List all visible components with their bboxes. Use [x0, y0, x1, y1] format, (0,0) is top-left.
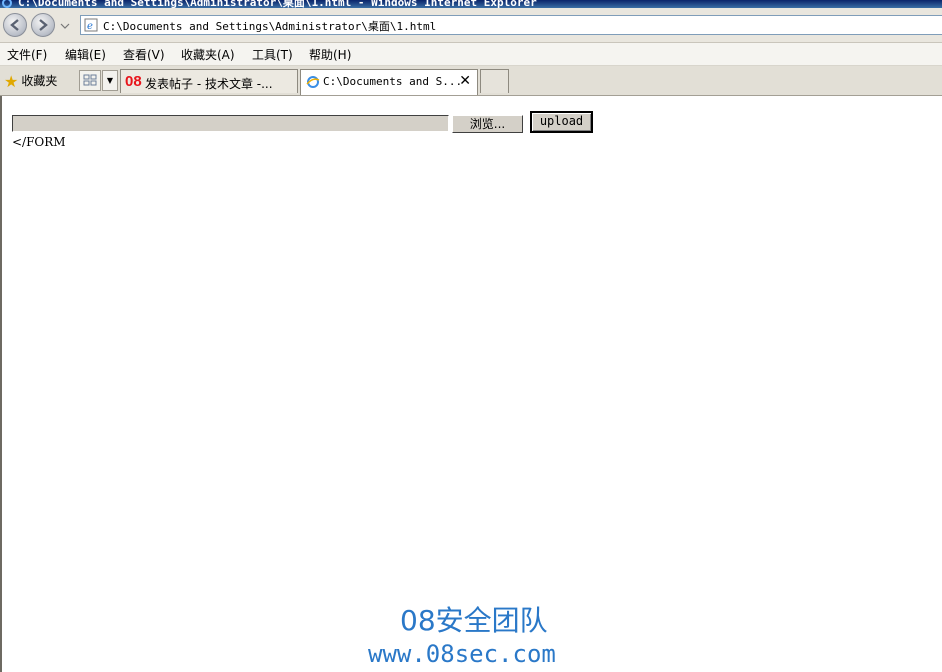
- page-icon: e: [84, 18, 98, 32]
- menu-help[interactable]: 帮助(H): [309, 46, 351, 63]
- menu-edit[interactable]: 编辑(E): [65, 46, 106, 63]
- ie-page-icon: [306, 76, 320, 88]
- chevron-down-icon: ▼: [106, 76, 114, 85]
- close-tab-icon[interactable]: ✕: [459, 73, 471, 89]
- back-button[interactable]: [3, 13, 27, 37]
- history-dropdown-icon[interactable]: [60, 23, 70, 29]
- star-icon: ★: [4, 72, 19, 91]
- tab-post-article[interactable]: 08 发表帖子 - 技术文章 -...: [120, 69, 298, 93]
- back-arrow-icon: [10, 19, 19, 31]
- quick-tabs-grid-icon: [83, 74, 97, 86]
- forward-button[interactable]: [31, 13, 55, 37]
- upload-button[interactable]: upload: [530, 111, 593, 133]
- address-url: C:\Documents and Settings\Administrator\…: [103, 20, 437, 33]
- tab-label: C:\Documents and S...: [323, 75, 463, 88]
- favorites-label: 收藏夹: [21, 74, 58, 88]
- watermark-team-name: 08安全团队: [400, 604, 548, 637]
- address-toolbar: e C:\Documents and Settings\Administrato…: [0, 8, 942, 43]
- file-path-input[interactable]: [12, 115, 449, 132]
- menu-file[interactable]: 文件(F): [7, 46, 47, 63]
- site-08-icon: 08: [125, 73, 142, 90]
- quick-tabs-button[interactable]: [79, 70, 101, 91]
- browse-button[interactable]: 浏览...: [452, 115, 523, 133]
- watermark-url: www.08sec.com: [368, 640, 556, 668]
- tab-label: 发表帖子 - 技术文章 -...: [145, 77, 273, 91]
- svg-text:e: e: [87, 21, 93, 32]
- forward-arrow-icon: [39, 19, 48, 31]
- tab-list-dropdown[interactable]: ▼: [102, 70, 118, 91]
- favorites-tab-bar: ★ 收藏夹 ▼ 08 发表帖子 - 技术文章 -... C:\Documents …: [0, 66, 942, 96]
- tab-current-file[interactable]: C:\Documents and S... ✕: [300, 69, 478, 95]
- menu-tools[interactable]: 工具(T): [252, 46, 293, 63]
- menu-bar: 文件(F) 编辑(E) 查看(V) 收藏夹(A) 工具(T) 帮助(H): [0, 43, 942, 66]
- stray-form-text: </FORM: [12, 135, 66, 149]
- ie-logo-icon: [2, 0, 12, 8]
- new-tab-button[interactable]: [480, 69, 509, 93]
- window-title-bar: C:\Documents and Settings\Administrator\…: [0, 0, 942, 8]
- favorites-button[interactable]: ★ 收藏夹: [4, 72, 57, 91]
- menu-favorites[interactable]: 收藏夹(A): [181, 46, 235, 63]
- address-input[interactable]: e C:\Documents and Settings\Administrato…: [80, 15, 942, 35]
- window-title: C:\Documents and Settings\Administrator\…: [18, 0, 537, 8]
- menu-view[interactable]: 查看(V): [123, 46, 165, 63]
- page-content: 浏览... upload </FORM 08安全团队 www.08sec.com: [0, 96, 942, 672]
